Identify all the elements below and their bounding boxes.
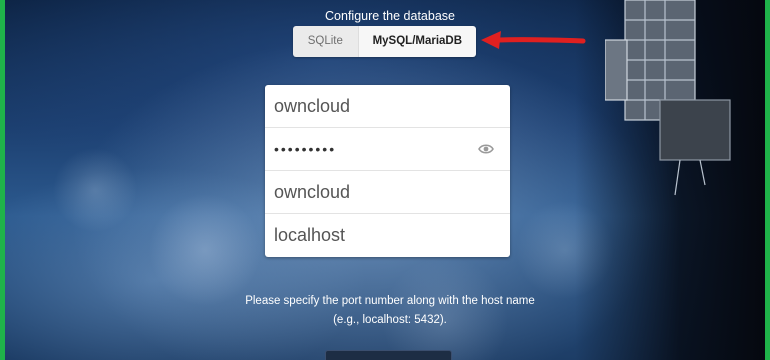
database-type-selector: SQLite MySQL/MariaDB [293, 26, 476, 57]
database-credentials-form [265, 85, 510, 257]
mysql-mariadb-option[interactable]: MySQL/MariaDB [357, 26, 476, 57]
page-title: Configure the database [325, 9, 455, 23]
window-frame: Configure the database SQLite MySQL/Mari… [0, 0, 770, 360]
db-user-field [265, 85, 510, 128]
db-name-input[interactable] [265, 171, 510, 213]
db-password-input[interactable] [265, 128, 510, 170]
db-password-field [265, 128, 510, 171]
db-name-field [265, 171, 510, 214]
sqlite-option[interactable]: SQLite [293, 26, 358, 57]
eye-icon[interactable] [478, 142, 494, 156]
db-user-input[interactable] [265, 85, 510, 127]
finish-setup-button[interactable] [325, 350, 452, 360]
db-host-field [265, 214, 510, 257]
red-arrow-annotation [481, 31, 586, 49]
satellite-image [605, 0, 731, 196]
port-hint-text: Please specify the port number along wit… [245, 295, 535, 326]
db-host-input[interactable] [265, 214, 510, 257]
